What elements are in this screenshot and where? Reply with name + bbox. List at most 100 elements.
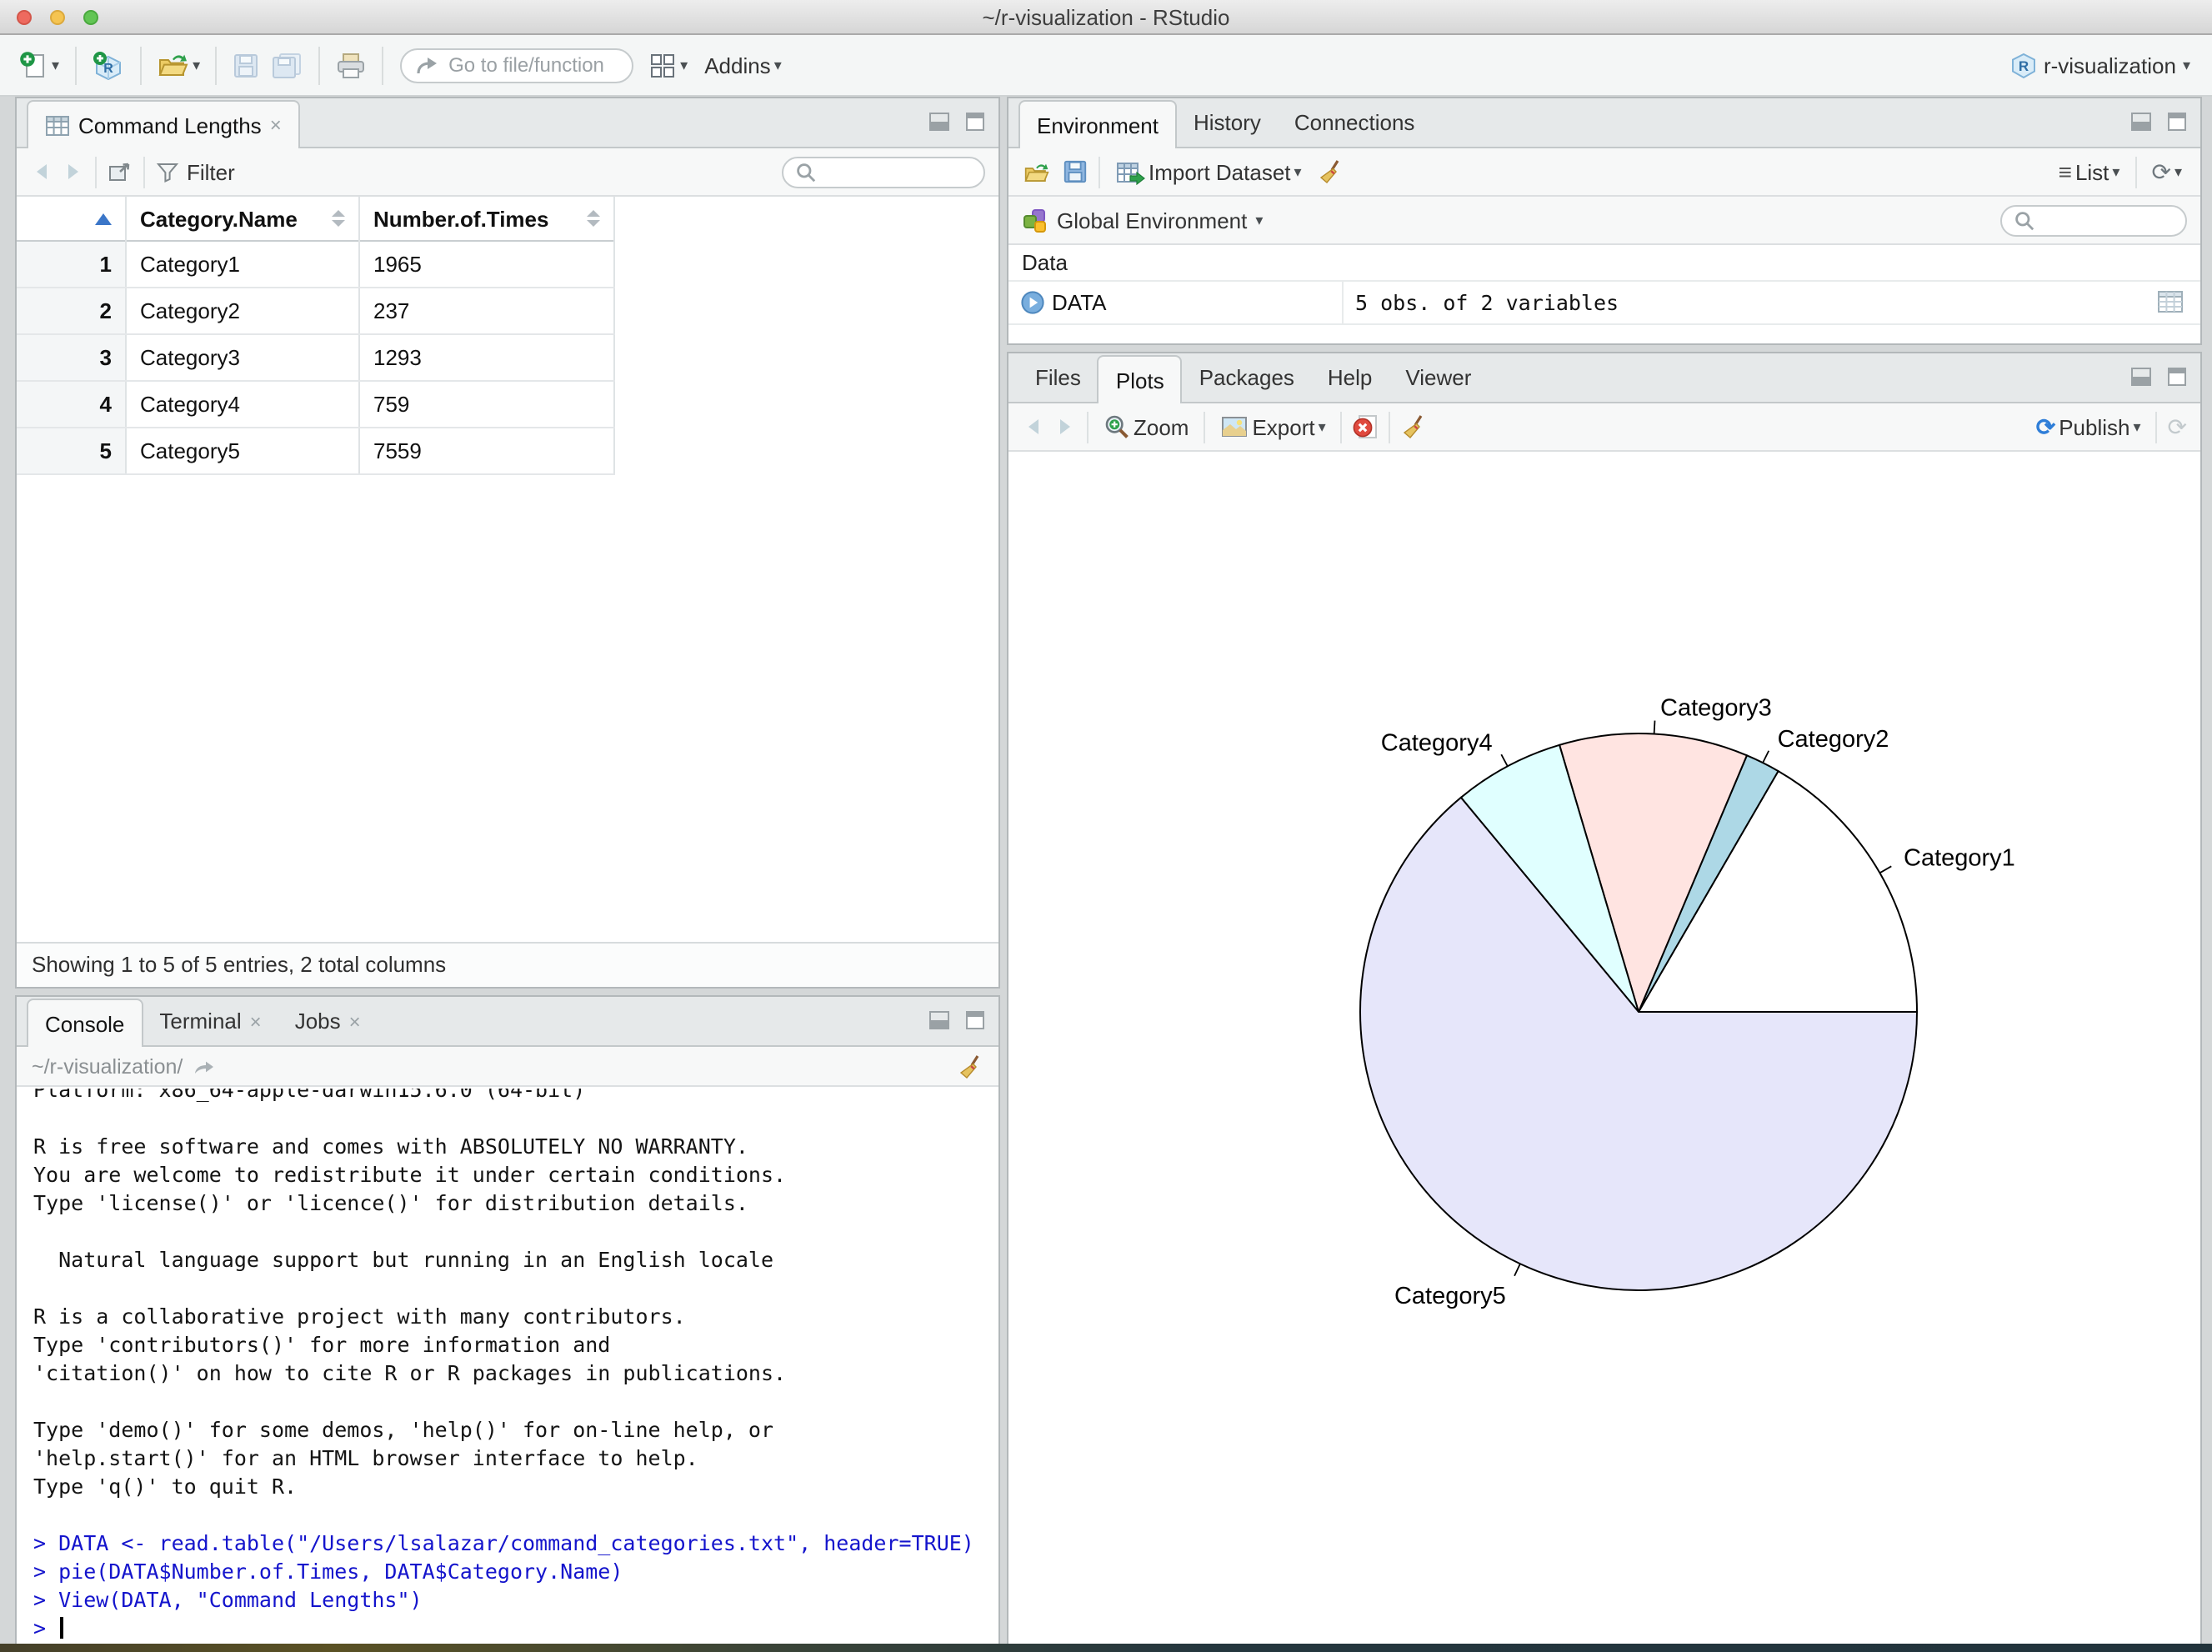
row-number-cell: 2 [17, 288, 127, 333]
table-row[interactable]: 4 Category4 759 [17, 382, 615, 428]
tab-plots[interactable]: Plots [1097, 355, 1183, 403]
environment-scope-caret[interactable]: ▾ [1255, 212, 1263, 228]
save-all-icon [273, 53, 302, 78]
minimize-pane-icon[interactable] [2130, 112, 2154, 132]
maximize-pane-icon[interactable] [2165, 112, 2189, 132]
tab-environment[interactable]: Environment [1018, 100, 1177, 148]
publish-icon: ⟳ [2035, 413, 2056, 440]
import-dataset-icon [1117, 162, 1145, 184]
environment-refresh-button[interactable]: ⟳ ▾ [2146, 157, 2187, 187]
plot-canvas: Category1 Category2 Category3 Category4 Cate… [1008, 452, 2200, 1644]
environment-pane: Environment History Connections Import D… [1007, 97, 2202, 345]
pie-label-Category2: Category2 [1778, 726, 1889, 753]
tab-files[interactable]: Files [1018, 353, 1098, 402]
working-dir-label[interactable]: ~/r-visualization/ [32, 1054, 183, 1078]
share-arrow-icon[interactable] [191, 1056, 214, 1076]
sort-ascending-icon [95, 213, 112, 224]
tab-help[interactable]: Help [1311, 353, 1389, 402]
new-project-button[interactable]: R [86, 46, 129, 84]
save-all-button[interactable] [265, 48, 308, 83]
project-name-label: r-visualization [2043, 53, 2176, 78]
goto-file-search[interactable] [400, 48, 634, 83]
object-summary: 5 obs. of 2 variables [1355, 290, 1619, 315]
open-in-new-window-icon[interactable] [107, 160, 133, 183]
export-plot-button[interactable]: Export ▾ [1215, 411, 1330, 443]
environment-view-list-button[interactable]: ≡ List ▾ [2054, 156, 2125, 188]
tab-console[interactable]: Console [27, 999, 143, 1047]
tab-jobs[interactable]: Jobs × [278, 997, 378, 1045]
forward-icon[interactable] [60, 160, 85, 183]
environment-scope-label[interactable]: Global Environment [1057, 208, 1247, 233]
table-row[interactable]: 5 Category5 7559 [17, 428, 615, 475]
minimize-pane-icon[interactable] [2130, 367, 2154, 387]
tab-terminal[interactable]: Terminal × [143, 997, 278, 1045]
minimize-pane-icon[interactable] [928, 112, 952, 132]
svg-text:R: R [103, 61, 113, 75]
import-dataset-button[interactable]: Import Dataset ▾ [1110, 156, 1307, 188]
table-row[interactable]: 1 Category1 1965 [17, 242, 615, 288]
minimize-pane-icon[interactable] [928, 1010, 952, 1030]
table-search-input[interactable] [823, 158, 967, 185]
pie-label-tick [1500, 753, 1509, 767]
console-output-line: R is a collaborative project with many c… [33, 1304, 686, 1329]
tab-close-icon[interactable]: × [349, 1011, 361, 1031]
console-output[interactable]: Platform: x86_64-apple-darwin15.6.0 (64-… [18, 1089, 997, 1642]
tab-history[interactable]: History [1177, 98, 1278, 147]
clear-environment-broom-icon[interactable] [1317, 158, 1344, 185]
index-column-header[interactable] [17, 196, 127, 241]
goto-file-input[interactable] [445, 52, 613, 78]
previous-plot-icon[interactable] [1022, 415, 1047, 438]
console-tabstrip: Console Terminal × Jobs × [17, 997, 998, 1047]
export-image-icon [1222, 417, 1248, 437]
export-label: Export [1252, 414, 1315, 439]
load-workspace-folder-icon[interactable] [1022, 159, 1052, 184]
clear-console-broom-icon[interactable] [957, 1053, 983, 1079]
table-row[interactable]: 3 Category3 1293 [17, 335, 615, 382]
tab-viewer[interactable]: Viewer [1389, 353, 1488, 402]
refresh-plot-icon[interactable]: ⟳ [2168, 415, 2187, 438]
save-workspace-icon[interactable] [1062, 158, 1088, 185]
tab-packages[interactable]: Packages [1183, 353, 1311, 402]
back-icon[interactable] [30, 160, 55, 183]
new-file-button[interactable]: ▾ [13, 47, 64, 83]
environment-object-row[interactable]: DATA 5 obs. of 2 variables [1008, 282, 2200, 325]
open-file-button[interactable]: ▾ [151, 47, 205, 83]
pane-layout-button[interactable]: ▾ [643, 48, 693, 82]
pie-label-tick [1653, 720, 1656, 734]
clear-all-plots-broom-icon[interactable] [1401, 413, 1428, 440]
remove-plot-icon[interactable] [1353, 413, 1379, 440]
pie-label-Category4: Category4 [1381, 729, 1493, 756]
table-row[interactable]: 2 Category2 237 [17, 288, 615, 335]
maximize-pane-icon[interactable] [2165, 367, 2189, 387]
zoom-plot-button[interactable]: Zoom [1098, 410, 1194, 443]
project-menu-button[interactable]: R r-visualization ▾ [2005, 48, 2195, 83]
table-search-box[interactable] [782, 156, 985, 188]
addins-button[interactable]: Addins ▾ [699, 49, 787, 81]
environment-search-input[interactable] [2042, 207, 2185, 233]
tab-connections[interactable]: Connections [1278, 98, 1432, 147]
expand-object-icon[interactable] [1020, 290, 1045, 315]
plots-pane: Files Plots Packages Help Viewer Zoom Ex… [1007, 352, 2202, 1645]
tab-close-icon[interactable]: × [270, 115, 282, 135]
maximize-pane-icon[interactable] [963, 1010, 987, 1030]
pie-label-tick [1762, 750, 1770, 763]
project-caret: ▾ [2182, 56, 2190, 73]
environment-search-box[interactable] [2000, 204, 2187, 236]
next-plot-icon[interactable] [1052, 415, 1077, 438]
column-header-category-name[interactable]: Category.Name [127, 196, 360, 241]
filter-label[interactable]: Filter [187, 159, 235, 184]
filter-icon[interactable] [155, 160, 180, 183]
tab-command-lengths[interactable]: Command Lengths × [27, 100, 300, 148]
publish-button[interactable]: ⟳ Publish ▾ [2031, 411, 2146, 443]
console-output-line: Type 'q()' to quit R. [33, 1474, 298, 1499]
number-of-times-cell: 237 [360, 288, 615, 333]
table-status-bar: Showing 1 to 5 of 5 entries, 2 total col… [17, 942, 998, 987]
category-name-cell: Category1 [127, 242, 360, 287]
maximize-pane-icon[interactable] [963, 112, 987, 132]
column-header-number-of-times[interactable]: Number.of.Times [360, 196, 615, 241]
publish-label: Publish [2059, 414, 2130, 439]
view-data-grid-icon[interactable] [2157, 290, 2184, 313]
tab-close-icon[interactable]: × [250, 1011, 262, 1031]
print-button[interactable] [330, 48, 372, 83]
save-button[interactable] [227, 48, 265, 83]
